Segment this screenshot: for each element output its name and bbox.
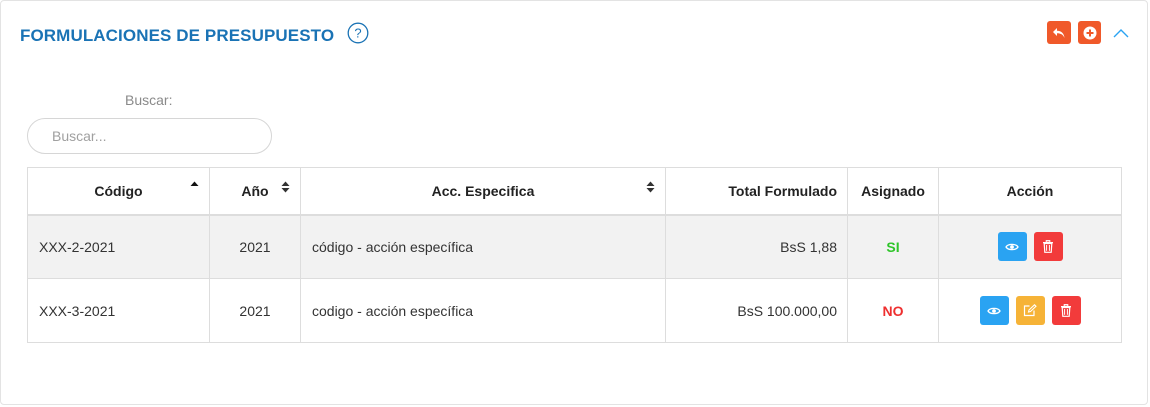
cell-acc-especifica: codigo - acción específica xyxy=(300,278,666,343)
column-header-assigned: Asignado xyxy=(847,167,939,216)
sort-both-icon xyxy=(646,181,655,193)
trash-icon xyxy=(1043,240,1053,254)
back-button[interactable] xyxy=(1047,21,1071,44)
budget-formulations-panel: FORMULACIONES DE PRESUPUESTO ? Buscar: C… xyxy=(0,0,1148,405)
column-header-code[interactable]: Código xyxy=(27,167,210,216)
eye-icon xyxy=(1005,243,1019,251)
page-title: FORMULACIONES DE PRESUPUESTO xyxy=(20,26,335,45)
column-header-total: Total Formulado xyxy=(665,167,848,216)
eye-icon xyxy=(987,307,1001,314)
view-button[interactable] xyxy=(979,296,1009,325)
question-circle-icon[interactable]: ? xyxy=(347,22,369,44)
trash-icon xyxy=(1061,304,1071,317)
cell-year: 2021 xyxy=(209,278,301,343)
delete-button[interactable] xyxy=(1033,232,1063,262)
reply-icon xyxy=(1053,27,1065,38)
plus-circle-icon xyxy=(1083,26,1096,39)
table-header-row: Código Año Acc. Especifica Total Formula… xyxy=(27,167,1122,216)
cell-total: BsS 1,88 xyxy=(665,214,848,279)
sort-both-icon xyxy=(281,181,290,193)
table-row: XXX-3-2021 2021 codigo - acción específi… xyxy=(27,278,1122,343)
add-button[interactable] xyxy=(1078,21,1101,44)
column-header-acc-especifica[interactable]: Acc. Especifica xyxy=(300,167,666,216)
cell-assigned: SI xyxy=(847,214,939,279)
cell-total: BsS 100.000,00 xyxy=(665,278,848,343)
table-row: XXX-2-2021 2021 código - acción específi… xyxy=(27,214,1122,279)
edit-icon xyxy=(1023,304,1037,317)
delete-button[interactable] xyxy=(1051,296,1081,325)
cell-code: XXX-3-2021 xyxy=(27,278,210,343)
cell-code: XXX-2-2021 xyxy=(27,214,210,279)
search-label: Buscar: xyxy=(125,92,173,108)
search-input[interactable] xyxy=(27,118,272,154)
edit-button[interactable] xyxy=(1015,296,1045,325)
column-header-year[interactable]: Año xyxy=(209,167,301,216)
column-header-action: Acción xyxy=(938,167,1122,216)
cell-actions xyxy=(938,278,1122,343)
cell-actions xyxy=(938,214,1122,279)
cell-year: 2021 xyxy=(209,214,301,279)
cell-assigned: NO xyxy=(847,278,939,343)
cell-acc-especifica: código - acción específica xyxy=(300,214,666,279)
sort-asc-icon xyxy=(190,181,199,186)
view-button[interactable] xyxy=(997,232,1027,262)
formulations-table: Código Año Acc. Especifica Total Formula… xyxy=(27,167,1122,343)
svg-text:?: ? xyxy=(354,26,361,41)
chevron-up-icon[interactable] xyxy=(1112,27,1130,39)
